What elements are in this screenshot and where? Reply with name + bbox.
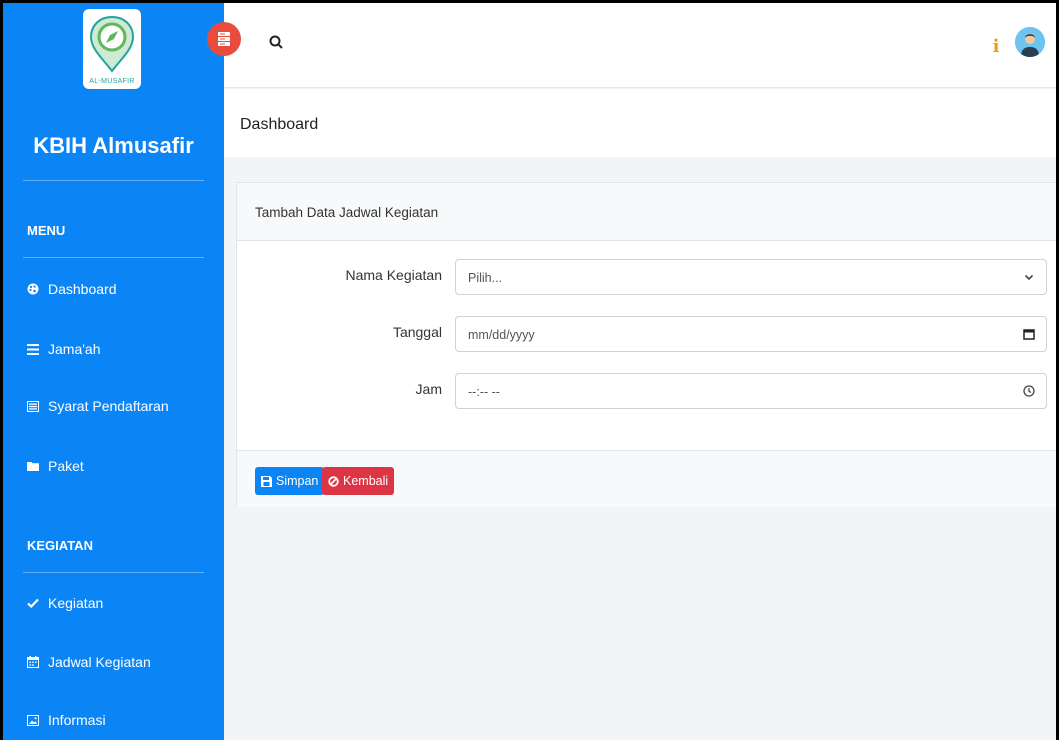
card-title: Tambah Data Jadwal Kegiatan — [237, 183, 1056, 241]
save-button-label: Simpan — [276, 474, 319, 488]
search-icon[interactable] — [269, 35, 283, 49]
sidebar: AL-MUSAFIR KBIH Almusafir MENU Dashboard… — [3, 3, 224, 740]
section-title-kegiatan: KEGIATAN — [27, 538, 93, 553]
form-row-tanggal: Tanggal mm/dd/yyyy — [237, 316, 1056, 352]
calendar-icon[interactable] — [1022, 327, 1036, 341]
sidebar-divider — [23, 572, 204, 573]
avatar[interactable] — [1015, 27, 1045, 57]
sidebar-item-jamaah[interactable]: Jama'ah — [27, 341, 100, 357]
logo-text: AL-MUSAFIR — [89, 78, 135, 85]
sidebar-divider — [23, 257, 204, 258]
sidebar-item-informasi[interactable]: Informasi — [27, 712, 106, 728]
nama-kegiatan-label: Nama Kegiatan — [345, 267, 442, 283]
image-icon — [27, 714, 39, 726]
compass-logo-icon — [89, 15, 135, 73]
sidebar-divider — [23, 180, 204, 181]
tanggal-label: Tanggal — [392, 324, 442, 340]
folder-icon — [27, 460, 39, 472]
sidebar-item-kegiatan[interactable]: Kegiatan — [27, 595, 103, 611]
app-frame: AL-MUSAFIR KBIH Almusafir MENU Dashboard… — [3, 3, 1056, 740]
jam-time-input[interactable]: --:-- -- — [455, 373, 1047, 409]
palette-icon — [27, 283, 39, 295]
chevron-down-icon — [1024, 274, 1034, 281]
info-icon[interactable]: i — [989, 37, 1003, 57]
list-alt-icon — [27, 400, 39, 412]
sidebar-item-label: Jama'ah — [48, 341, 101, 357]
sidebar-item-syarat-pendaftaran[interactable]: Syarat Pendaftaran — [27, 398, 169, 414]
brand-logo[interactable]: AL-MUSAFIR — [83, 9, 141, 89]
page-header: Dashboard — [224, 89, 1056, 157]
sidebar-item-label: Informasi — [48, 712, 106, 728]
user-avatar-icon — [1015, 27, 1045, 57]
topbar — [224, 3, 1056, 88]
form-row-nama-kegiatan: Nama Kegiatan Pilih... — [237, 259, 1056, 295]
select-value: Pilih... — [468, 271, 503, 285]
sidebar-item-label: Jadwal Kegiatan — [48, 654, 151, 670]
clock-icon[interactable] — [1022, 384, 1036, 398]
sidebar-item-jadwal-kegiatan[interactable]: Jadwal Kegiatan — [27, 654, 151, 670]
sidebar-item-label: Kegiatan — [48, 595, 104, 611]
check-icon — [27, 597, 39, 609]
brand-name[interactable]: KBIH Almusafir — [3, 133, 224, 159]
sidebar-toggle-button[interactable] — [207, 22, 241, 56]
page-title: Dashboard — [240, 116, 319, 133]
form-card: Tambah Data Jadwal Kegiatan Nama Kegiata… — [236, 182, 1056, 507]
sidebar-item-dashboard[interactable]: Dashboard — [27, 281, 117, 297]
sidebar-item-label: Dashboard — [48, 281, 117, 297]
form-row-jam: Jam --:-- -- — [237, 373, 1056, 409]
section-title-menu: MENU — [27, 223, 66, 238]
save-button[interactable]: Simpan — [255, 467, 325, 495]
sidebar-item-paket[interactable]: Paket — [27, 458, 84, 474]
back-button-label: Kembali — [343, 474, 389, 488]
sidebar-item-label: Paket — [48, 458, 84, 474]
time-placeholder: --:-- -- — [468, 385, 500, 399]
tanggal-date-input[interactable]: mm/dd/yyyy — [455, 316, 1047, 352]
calendar-icon — [27, 656, 39, 668]
jam-label: Jam — [415, 381, 442, 397]
back-button[interactable]: Kembali — [322, 467, 395, 495]
card-footer: Simpan Kembali — [237, 450, 1056, 507]
nama-kegiatan-select[interactable]: Pilih... — [455, 259, 1047, 295]
list-icon — [27, 343, 39, 355]
date-placeholder: mm/dd/yyyy — [468, 328, 535, 342]
ban-icon — [328, 475, 339, 487]
floppy-disk-icon — [261, 475, 272, 487]
server-icon — [218, 32, 230, 46]
sidebar-item-label: Syarat Pendaftaran — [48, 398, 169, 414]
